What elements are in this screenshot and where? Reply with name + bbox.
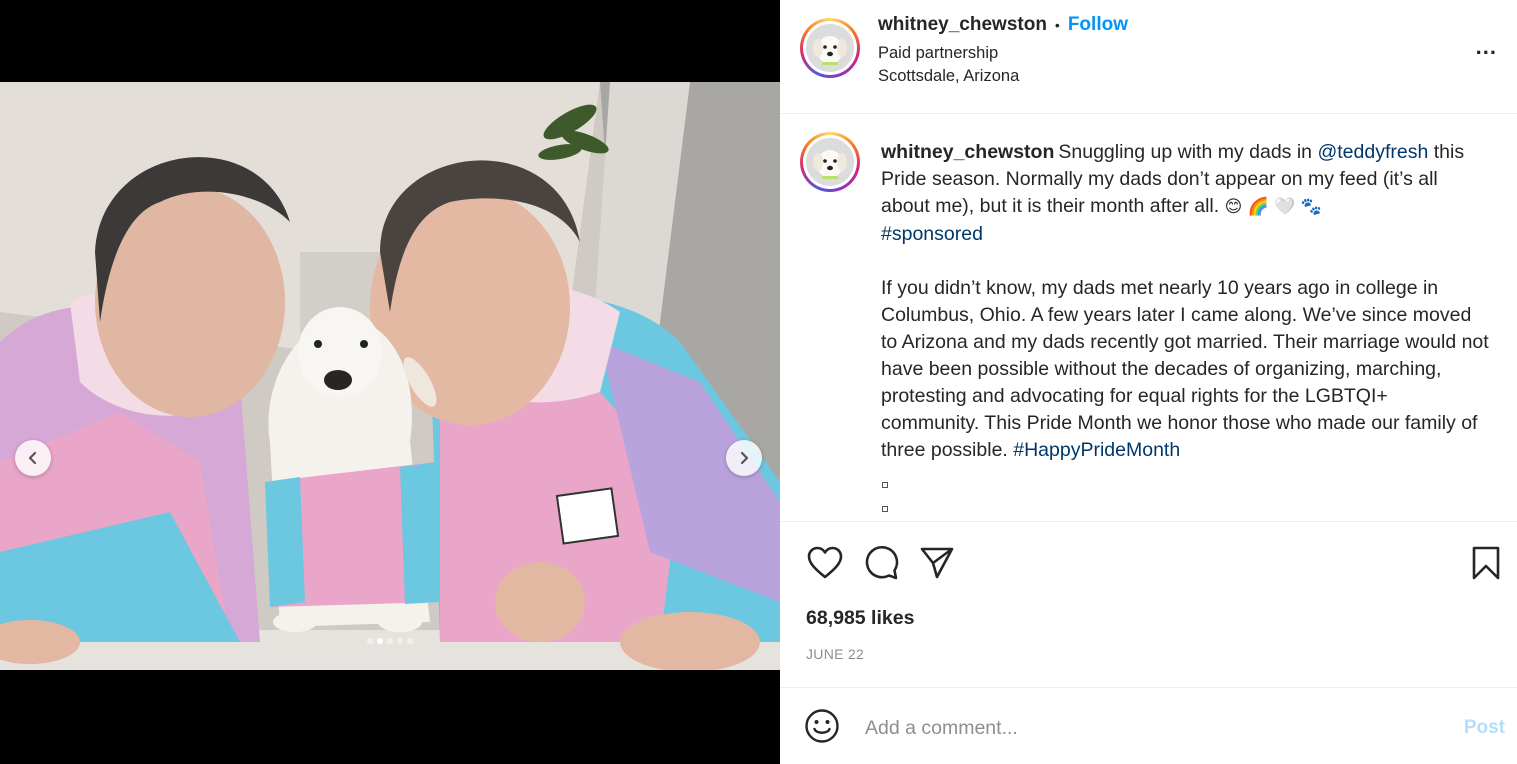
location-link[interactable]: Scottsdale, Arizona (878, 65, 1019, 88)
send-icon (920, 547, 954, 579)
carousel-dot (397, 638, 403, 644)
spacer-glyph (882, 482, 888, 488)
post-date[interactable]: JUNE 22 (806, 646, 864, 662)
hashtag-sponsored-link[interactable]: #sponsored (881, 223, 983, 245)
carousel-dot (367, 638, 373, 644)
bookmark-icon (1472, 546, 1500, 580)
smiley-icon (805, 709, 839, 743)
hashtag-pride-link[interactable]: #HappyPrideMonth (1013, 439, 1180, 461)
dog-avatar-icon (806, 24, 854, 72)
comment-input[interactable] (865, 712, 1425, 744)
share-button[interactable] (918, 544, 956, 582)
actions-section: 68,985 likes JUNE 22 (780, 521, 1517, 687)
comment-bar: Post (780, 687, 1517, 764)
caption-avatar[interactable] (800, 132, 860, 192)
carousel-indicator (0, 638, 780, 644)
carousel-next-button[interactable] (726, 440, 762, 476)
chevron-right-icon (740, 451, 749, 465)
chevron-left-icon (28, 451, 37, 465)
likes-count[interactable]: 68,985 likes (806, 607, 914, 630)
carousel-prev-button[interactable] (15, 440, 51, 476)
media-pane (0, 0, 780, 764)
caption-text: whitney_chewston Snuggling up with my dad… (881, 139, 1491, 512)
heart-icon (807, 546, 843, 579)
carousel-dot (387, 638, 393, 644)
caption-line1: Snuggling up with my dads in (1058, 141, 1318, 163)
post-header: whitney_chewston • Follow Paid partnersh… (780, 0, 1517, 114)
follow-button[interactable]: Follow (1068, 14, 1128, 36)
carousel-dot (377, 638, 383, 644)
carousel-dot (407, 638, 413, 644)
avatar[interactable] (800, 18, 860, 78)
mention-link[interactable]: @teddyfresh (1317, 141, 1428, 163)
post-comment-button[interactable]: Post (1464, 717, 1505, 739)
comment-icon (865, 545, 899, 580)
post-photo[interactable] (0, 82, 780, 670)
spacer-glyph (882, 506, 888, 512)
save-button[interactable] (1467, 544, 1505, 582)
dog-avatar-icon (806, 138, 854, 186)
caption-area: whitney_chewston Snuggling up with my dad… (780, 115, 1517, 520)
caption-username[interactable]: whitney_chewston (881, 141, 1054, 163)
caption-emojis: 😊 🌈 🤍 🐾 (1224, 197, 1323, 217)
caption-paragraph2: If you didn’t know, my dads met nearly 1… (881, 277, 1489, 461)
emoji-picker-button[interactable] (804, 708, 840, 749)
like-button[interactable] (806, 544, 844, 582)
comment-button[interactable] (862, 544, 900, 582)
more-options-button[interactable]: ... (1476, 34, 1497, 60)
follow-separator: • (1054, 17, 1060, 33)
author-username[interactable]: whitney_chewston (878, 14, 1047, 36)
paid-partnership-label[interactable]: Paid partnership (878, 42, 1019, 65)
post-side-panel: whitney_chewston • Follow Paid partnersh… (780, 0, 1517, 764)
photo-illustration (0, 82, 780, 670)
